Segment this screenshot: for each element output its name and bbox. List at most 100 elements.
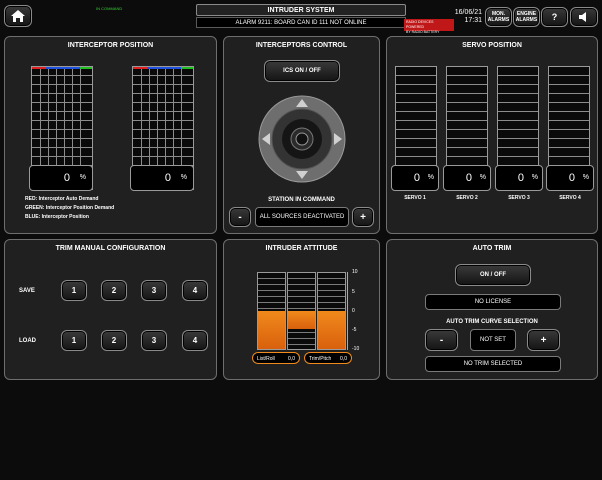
servo-4-label: SERVO 4 xyxy=(559,195,581,201)
interceptors-control-title: INTERCEPTORS CONTROL xyxy=(255,42,348,49)
load-slot-4-button[interactable]: 4 xyxy=(182,330,208,351)
ics-toggle-button[interactable]: ICS ON / OFF xyxy=(264,60,340,82)
engine-alarms-button[interactable]: ENGINE ALARMS xyxy=(513,7,540,27)
station-in-command-label: STATION IN COMMAND xyxy=(268,197,335,203)
interceptor-right-unit: % xyxy=(180,174,187,181)
servo-3-number: 0 xyxy=(517,172,524,184)
load-label: LOAD xyxy=(19,338,36,344)
station-value: ALL SOURCES DEACTIVATED xyxy=(255,207,349,227)
legend-red: RED: Interceptor Auto Demand xyxy=(25,196,99,202)
mute-button[interactable] xyxy=(570,7,598,27)
legend-green: GREEN: Interceptor Position Demand xyxy=(25,205,115,211)
right-position-marker xyxy=(147,67,181,69)
left-position-demand-marker xyxy=(80,67,92,69)
servo-1-unit: % xyxy=(427,174,434,181)
right-position-demand-marker xyxy=(181,67,193,69)
curve-value: NOT SET xyxy=(470,329,516,351)
right-auto-demand-marker xyxy=(133,67,147,69)
servo-2-unit: % xyxy=(479,174,486,181)
scale-tick-minus10: -10 xyxy=(352,346,360,352)
servo-position-title: SERVO POSITION xyxy=(462,42,522,49)
home-button[interactable] xyxy=(4,5,32,27)
save-slot-1-button[interactable]: 1 xyxy=(61,280,87,301)
scale-tick-0: 0 xyxy=(352,308,355,314)
interceptor-right-value: 0 % xyxy=(130,165,194,191)
interceptor-legend: RED: Interceptor Auto Demand GREEN: Inte… xyxy=(25,195,114,222)
attitude-right-column xyxy=(317,272,346,350)
save-slot-3-button[interactable]: 3 xyxy=(141,280,167,301)
interceptor-position-panel: INTERCEPTOR POSITION 0 % 0 % RED: Interc… xyxy=(4,36,217,234)
datetime: 16/06/21 17:31 xyxy=(448,9,482,25)
trim-manual-panel: TRIM MANUAL CONFIGURATION SAVE 1 2 3 4 L… xyxy=(4,239,217,380)
command-status: IN COMMAND xyxy=(96,6,123,11)
alarm-banner[interactable]: ALARM 9211: BOARD CAN ID 111 NOT ONLINE xyxy=(196,17,406,28)
list-roll-value: 0,0 xyxy=(288,356,295,362)
auto-trim-toggle-button[interactable]: ON / OFF xyxy=(455,264,531,286)
curve-next-button[interactable]: + xyxy=(527,329,560,351)
save-slot-2-button[interactable]: 2 xyxy=(101,280,127,301)
servo-1-value: 0 % xyxy=(391,165,439,191)
load-slot-2-button[interactable]: 2 xyxy=(101,330,127,351)
list-roll-readout: List/Roll 0,0 xyxy=(252,352,300,364)
trim-pitch-label: Trim/Pitch xyxy=(309,356,332,362)
attitude-left-fill xyxy=(258,311,285,349)
mon-alarms-line2: ALARMS xyxy=(487,17,510,23)
servo-position-panel: SERVO POSITION 0 % 0 % 0 % 0 % SERVO 1 S… xyxy=(386,36,598,234)
scale-tick-10: 10 xyxy=(352,269,358,275)
servo-4-number: 0 xyxy=(568,172,575,184)
servo-2-label: SERVO 2 xyxy=(456,195,478,201)
servo-4-unit: % xyxy=(582,174,589,181)
trim-pitch-readout: Trim/Pitch 0,0 xyxy=(304,352,352,364)
interceptors-control-panel: INTERCEPTORS CONTROL ICS ON / OFF STATIO… xyxy=(223,36,380,234)
radio-warning-line1: RADIO DEVICES POWERED xyxy=(406,20,434,29)
speaker-icon xyxy=(579,12,586,22)
help-button[interactable]: ? xyxy=(541,7,568,27)
left-auto-demand-marker xyxy=(32,67,46,69)
trim-manual-title: TRIM MANUAL CONFIGURATION xyxy=(55,245,166,252)
station-prev-button[interactable]: - xyxy=(229,207,251,227)
servo-1-label: SERVO 1 xyxy=(404,195,426,201)
date: 16/06/21 xyxy=(454,9,482,16)
intruder-attitude-panel: INTRUDER ATTITUDE 10 5 0 -5 -10 List/Rol… xyxy=(223,239,380,380)
trim-status: NO TRIM SELECTED xyxy=(425,356,561,372)
servo-1-number: 0 xyxy=(413,172,420,184)
system-title: INTRUDER SYSTEM xyxy=(196,4,406,16)
legend-blue: BLUE: Interceptor Position xyxy=(25,214,89,220)
intruder-attitude-title: INTRUDER ATTITUDE xyxy=(265,245,338,252)
interceptor-left-value: 0 % xyxy=(29,165,93,191)
mon-alarms-button[interactable]: MON. ALARMS xyxy=(485,7,512,27)
auto-trim-panel: AUTO TRIM ON / OFF NO LICENSE AUTO TRIM … xyxy=(386,239,598,380)
load-slot-1-button[interactable]: 1 xyxy=(61,330,87,351)
interceptor-position-title: INTERCEPTOR POSITION xyxy=(67,42,154,49)
save-slot-4-button[interactable]: 4 xyxy=(182,280,208,301)
servo-4-value: 0 % xyxy=(546,165,594,191)
attitude-left-column xyxy=(257,272,286,350)
left-position-marker xyxy=(46,67,80,69)
servo-2-number: 0 xyxy=(465,172,472,184)
station-next-button[interactable]: + xyxy=(352,207,374,227)
radio-warning-line2: BY RADIO BATTERY xyxy=(406,30,440,34)
interceptor-left-unit: % xyxy=(79,174,86,181)
servo-3-unit: % xyxy=(531,174,538,181)
attitude-scale-axis xyxy=(347,272,349,350)
license-status: NO LICENSE xyxy=(425,294,561,310)
home-icon xyxy=(11,10,25,22)
scale-tick-5: 5 xyxy=(352,289,355,295)
attitude-center-fill xyxy=(288,311,315,329)
curve-prev-button[interactable]: - xyxy=(425,329,458,351)
interceptor-left-number: 0 xyxy=(63,172,70,184)
time: 17:31 xyxy=(464,17,482,24)
interceptor-right-number: 0 xyxy=(164,172,171,184)
servo-3-label: SERVO 3 xyxy=(508,195,530,201)
auto-trim-title: AUTO TRIM xyxy=(472,245,512,252)
list-roll-label: List/Roll xyxy=(257,356,275,362)
curve-selection-label: AUTO TRIM CURVE SELECTION xyxy=(446,319,538,325)
attitude-center-column xyxy=(287,272,316,350)
scale-tick-minus5: -5 xyxy=(352,327,357,333)
load-slot-3-button[interactable]: 3 xyxy=(141,330,167,351)
save-label: SAVE xyxy=(19,288,35,294)
attitude-right-fill xyxy=(318,311,345,349)
radio-warning-badge: RADIO DEVICES POWERED BY RADIO BATTERY xyxy=(404,19,454,34)
servo-3-value: 0 % xyxy=(495,165,543,191)
joystick-icon[interactable] xyxy=(258,95,346,183)
